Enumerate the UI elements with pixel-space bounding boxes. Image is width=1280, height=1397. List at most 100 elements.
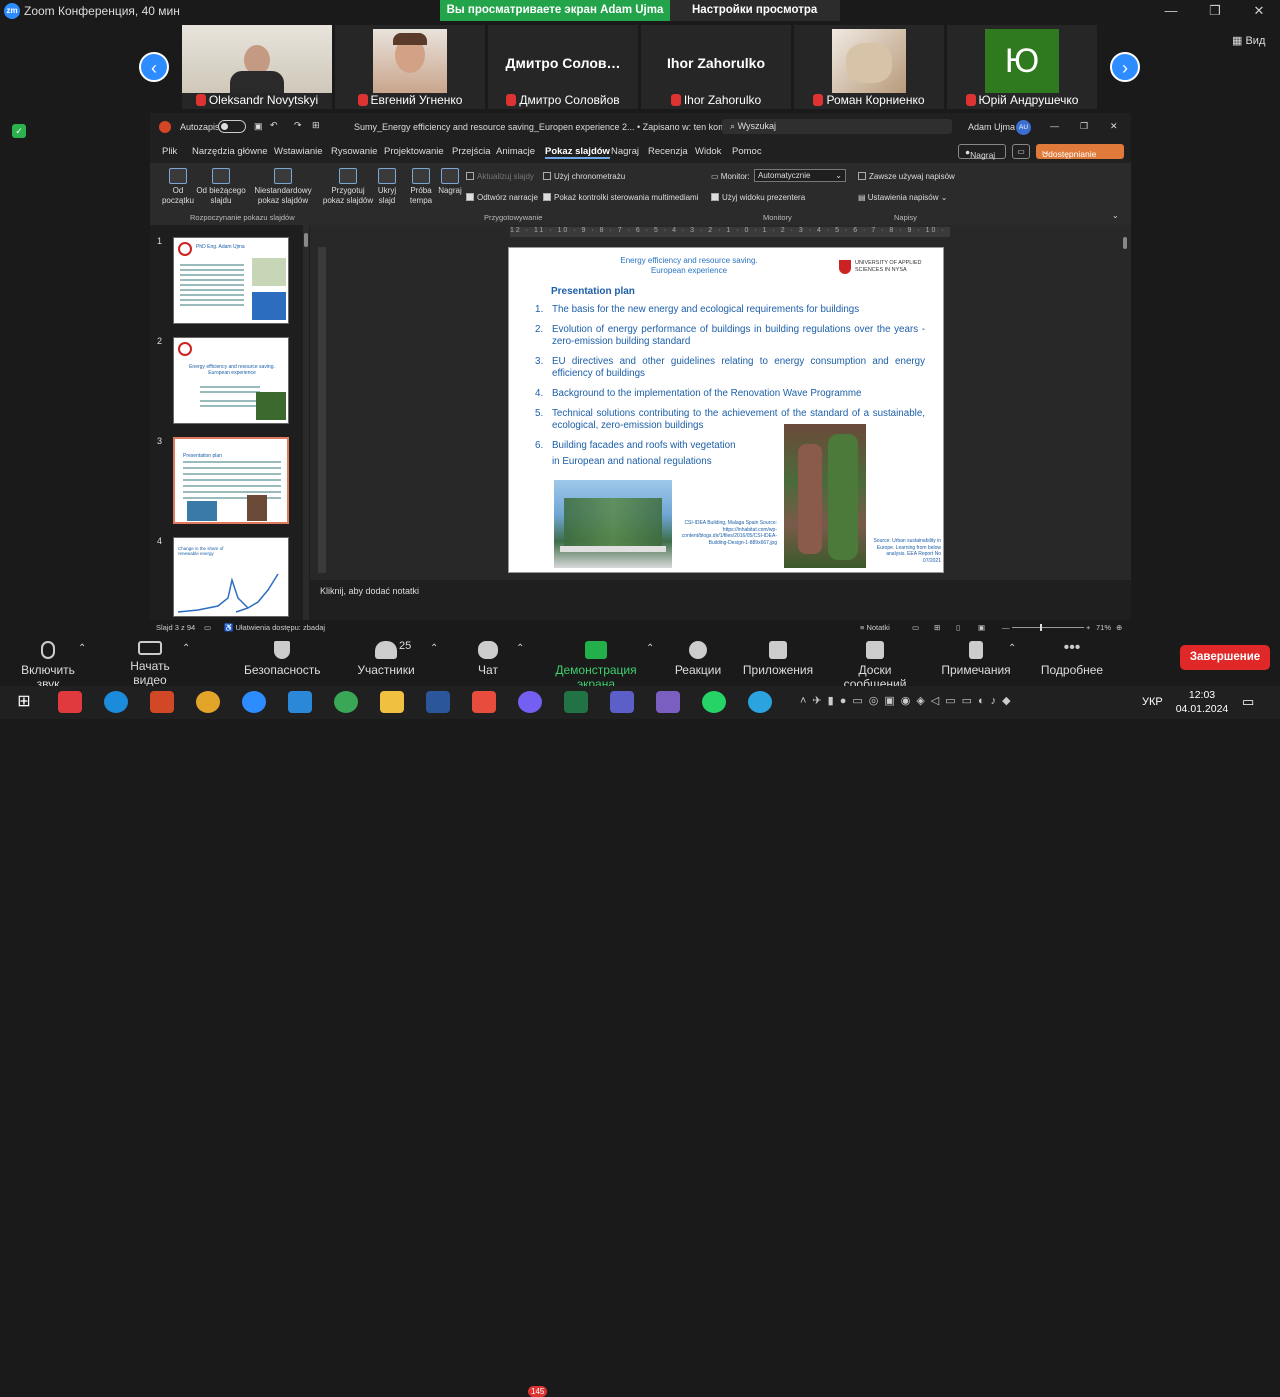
- use-timings-option[interactable]: Użyj chronometrażu: [543, 172, 625, 181]
- tab-draw[interactable]: Rysowanie: [331, 146, 377, 157]
- monitor-select[interactable]: Automatycznie ⌄: [754, 169, 846, 182]
- slideshow-view-icon[interactable]: ▣: [978, 623, 985, 632]
- zoom-icon[interactable]: [242, 691, 266, 713]
- view-button[interactable]: ▦ Вид: [1232, 34, 1265, 47]
- powerpoint-icon[interactable]: [150, 691, 174, 713]
- record-slideshow-button[interactable]: Nagraj: [436, 168, 464, 196]
- whiteboards-button[interactable]: Доски сообщений: [826, 641, 924, 691]
- view-options-button[interactable]: Настройки просмотра ⌄: [670, 0, 840, 37]
- tab-help[interactable]: Pomoc: [732, 146, 762, 157]
- app-red-s-icon[interactable]: [472, 691, 496, 713]
- notes-toggle[interactable]: ≡ Notatki: [860, 623, 890, 632]
- editor-scrollbar[interactable]: [1122, 237, 1128, 567]
- from-current-button[interactable]: Od bieżącego slajdu: [196, 168, 246, 206]
- tab-view[interactable]: Widok: [695, 146, 721, 157]
- slide-thumbnail[interactable]: Change in the share of renewable energy: [173, 537, 289, 617]
- zoom-level[interactable]: 71%: [1096, 623, 1111, 632]
- chevron-up-icon[interactable]: ⌃: [1008, 643, 1016, 654]
- minimize-icon[interactable]: —: [1050, 121, 1059, 131]
- participant-tile[interactable]: Роман Корниенко: [794, 25, 944, 109]
- notes-button[interactable]: Примечания: [940, 641, 1012, 677]
- chevron-up-icon[interactable]: ⌃: [430, 643, 438, 654]
- tab-home[interactable]: Narzędzia główne: [192, 146, 268, 157]
- chevron-up-icon[interactable]: ⌃: [78, 643, 86, 654]
- participant-tile[interactable]: Евгений Угненко: [335, 25, 485, 109]
- notifications-icon[interactable]: ▭: [1242, 694, 1254, 710]
- show-media-option[interactable]: Pokaż kontrolki sterowania multimediami: [543, 193, 699, 202]
- tab-slideshow[interactable]: Pokaz slajdów: [545, 146, 610, 159]
- app-icon[interactable]: [58, 691, 82, 713]
- fit-slide-icon[interactable]: ⊕: [1116, 623, 1122, 632]
- teams-icon[interactable]: [610, 691, 634, 713]
- participant-tile[interactable]: Ю Юрій Андрушечко: [947, 25, 1097, 109]
- normal-view-icon[interactable]: ▭: [912, 623, 919, 632]
- reactions-button[interactable]: Реакции: [674, 641, 722, 677]
- minimize-icon[interactable]: —: [1156, 2, 1186, 20]
- shield-icon[interactable]: ✓: [12, 124, 26, 138]
- maximize-icon[interactable]: ❐: [1080, 121, 1088, 132]
- redo-icon[interactable]: ↷: [294, 120, 302, 131]
- tab-transitions[interactable]: Przejścia: [452, 146, 491, 157]
- chevron-up-icon[interactable]: ⌃: [182, 643, 190, 654]
- slide-thumbnail-selected[interactable]: Presentation plan: [173, 437, 289, 524]
- tab-record[interactable]: Nagraj: [611, 146, 639, 157]
- tab-insert[interactable]: Wstawianie: [274, 146, 323, 157]
- presentation-start-icon[interactable]: ⊞: [312, 120, 320, 131]
- security-button[interactable]: Безопасность: [244, 641, 321, 677]
- user-name[interactable]: Adam Ujma: [968, 122, 1015, 132]
- chrome-icon[interactable]: [196, 691, 220, 713]
- comments-icon[interactable]: ▭: [1012, 144, 1030, 159]
- next-page-button[interactable]: ›: [1110, 52, 1140, 82]
- clock[interactable]: 12:03 04.01.2024: [1172, 688, 1232, 716]
- prev-page-button[interactable]: ‹: [139, 52, 169, 82]
- tab-review[interactable]: Recenzja: [648, 146, 688, 157]
- whatsapp-icon[interactable]: [702, 691, 726, 713]
- windows-start-icon[interactable]: ⊞: [12, 691, 36, 713]
- zoom-in-icon[interactable]: +: [1086, 623, 1090, 632]
- setup-show-button[interactable]: Przygotuj pokaz slajdów: [320, 168, 376, 206]
- accessibility-status[interactable]: ♿ Ułatwienia dostępu: zbadaj: [224, 623, 325, 632]
- document-title[interactable]: Sumy_Energy efficiency and resource savi…: [354, 122, 746, 132]
- app-s-icon[interactable]: [288, 691, 312, 713]
- search-box[interactable]: ⌕ Wyszukaj: [722, 119, 952, 134]
- viber-icon[interactable]: [518, 691, 542, 713]
- participant-tile[interactable]: Oleksandr Novytskyi: [182, 25, 332, 109]
- share-button[interactable]: Udostępnianie ⌄: [1036, 144, 1124, 159]
- autosave-toggle[interactable]: [218, 120, 246, 133]
- chat-button[interactable]: Чат: [470, 641, 506, 677]
- language-icon[interactable]: ▭: [204, 623, 211, 632]
- edge-icon[interactable]: [104, 691, 128, 713]
- save-icon[interactable]: ▣: [254, 121, 263, 132]
- custom-show-button[interactable]: Niestandardowy pokaz slajdów: [252, 168, 314, 206]
- save-app-icon[interactable]: [656, 691, 680, 713]
- system-tray-icons[interactable]: ˄✈▮●▭◎▣◉◈◁▭▭◐♪◆: [800, 694, 1017, 707]
- chevron-up-icon[interactable]: ⌃: [516, 643, 524, 654]
- tab-animations[interactable]: Animacje: [496, 146, 535, 157]
- collapse-ribbon-icon[interactable]: ⌄: [1112, 211, 1119, 220]
- tab-design[interactable]: Projektowanie: [384, 146, 444, 157]
- current-slide[interactable]: Energy efficiency and resource saving. E…: [508, 247, 944, 573]
- notes-pane[interactable]: Kliknij, aby dodać notatki: [310, 580, 1131, 620]
- maximize-icon[interactable]: ❐: [1200, 2, 1230, 20]
- more-button[interactable]: ••• Подробнее: [1028, 640, 1116, 678]
- presenter-view-option[interactable]: Użyj widoku prezentera: [711, 193, 805, 202]
- participant-tile[interactable]: Ihor Zahorulko Ihor Zahorulko: [641, 25, 791, 109]
- file-explorer-icon[interactable]: [380, 691, 404, 713]
- zoom-out-icon[interactable]: —: [1002, 623, 1010, 632]
- close-icon[interactable]: ✕: [1110, 121, 1118, 132]
- chrome-profile-icon[interactable]: [334, 691, 358, 713]
- always-subtitles-option[interactable]: Zawsze używaj napisów: [858, 172, 955, 181]
- telegram-icon[interactable]: [748, 691, 772, 713]
- from-start-button[interactable]: Od początku: [158, 168, 198, 206]
- participant-tile[interactable]: Дмитро Солов… Дмитро Соловйов: [488, 25, 638, 109]
- chevron-up-icon[interactable]: ⌃: [646, 643, 654, 654]
- reading-view-icon[interactable]: ▯: [956, 623, 960, 632]
- avatar[interactable]: AU: [1016, 120, 1031, 135]
- unmute-button[interactable]: Включить звук: [8, 641, 88, 691]
- apps-button[interactable]: Приложения: [742, 641, 814, 677]
- start-video-button[interactable]: Начать видео: [112, 641, 188, 687]
- undo-icon[interactable]: ↶: [270, 120, 278, 131]
- language-indicator[interactable]: УКР: [1142, 696, 1163, 708]
- play-narration-option[interactable]: Odtwórz narracje: [466, 193, 538, 202]
- zoom-slider[interactable]: [1012, 624, 1084, 631]
